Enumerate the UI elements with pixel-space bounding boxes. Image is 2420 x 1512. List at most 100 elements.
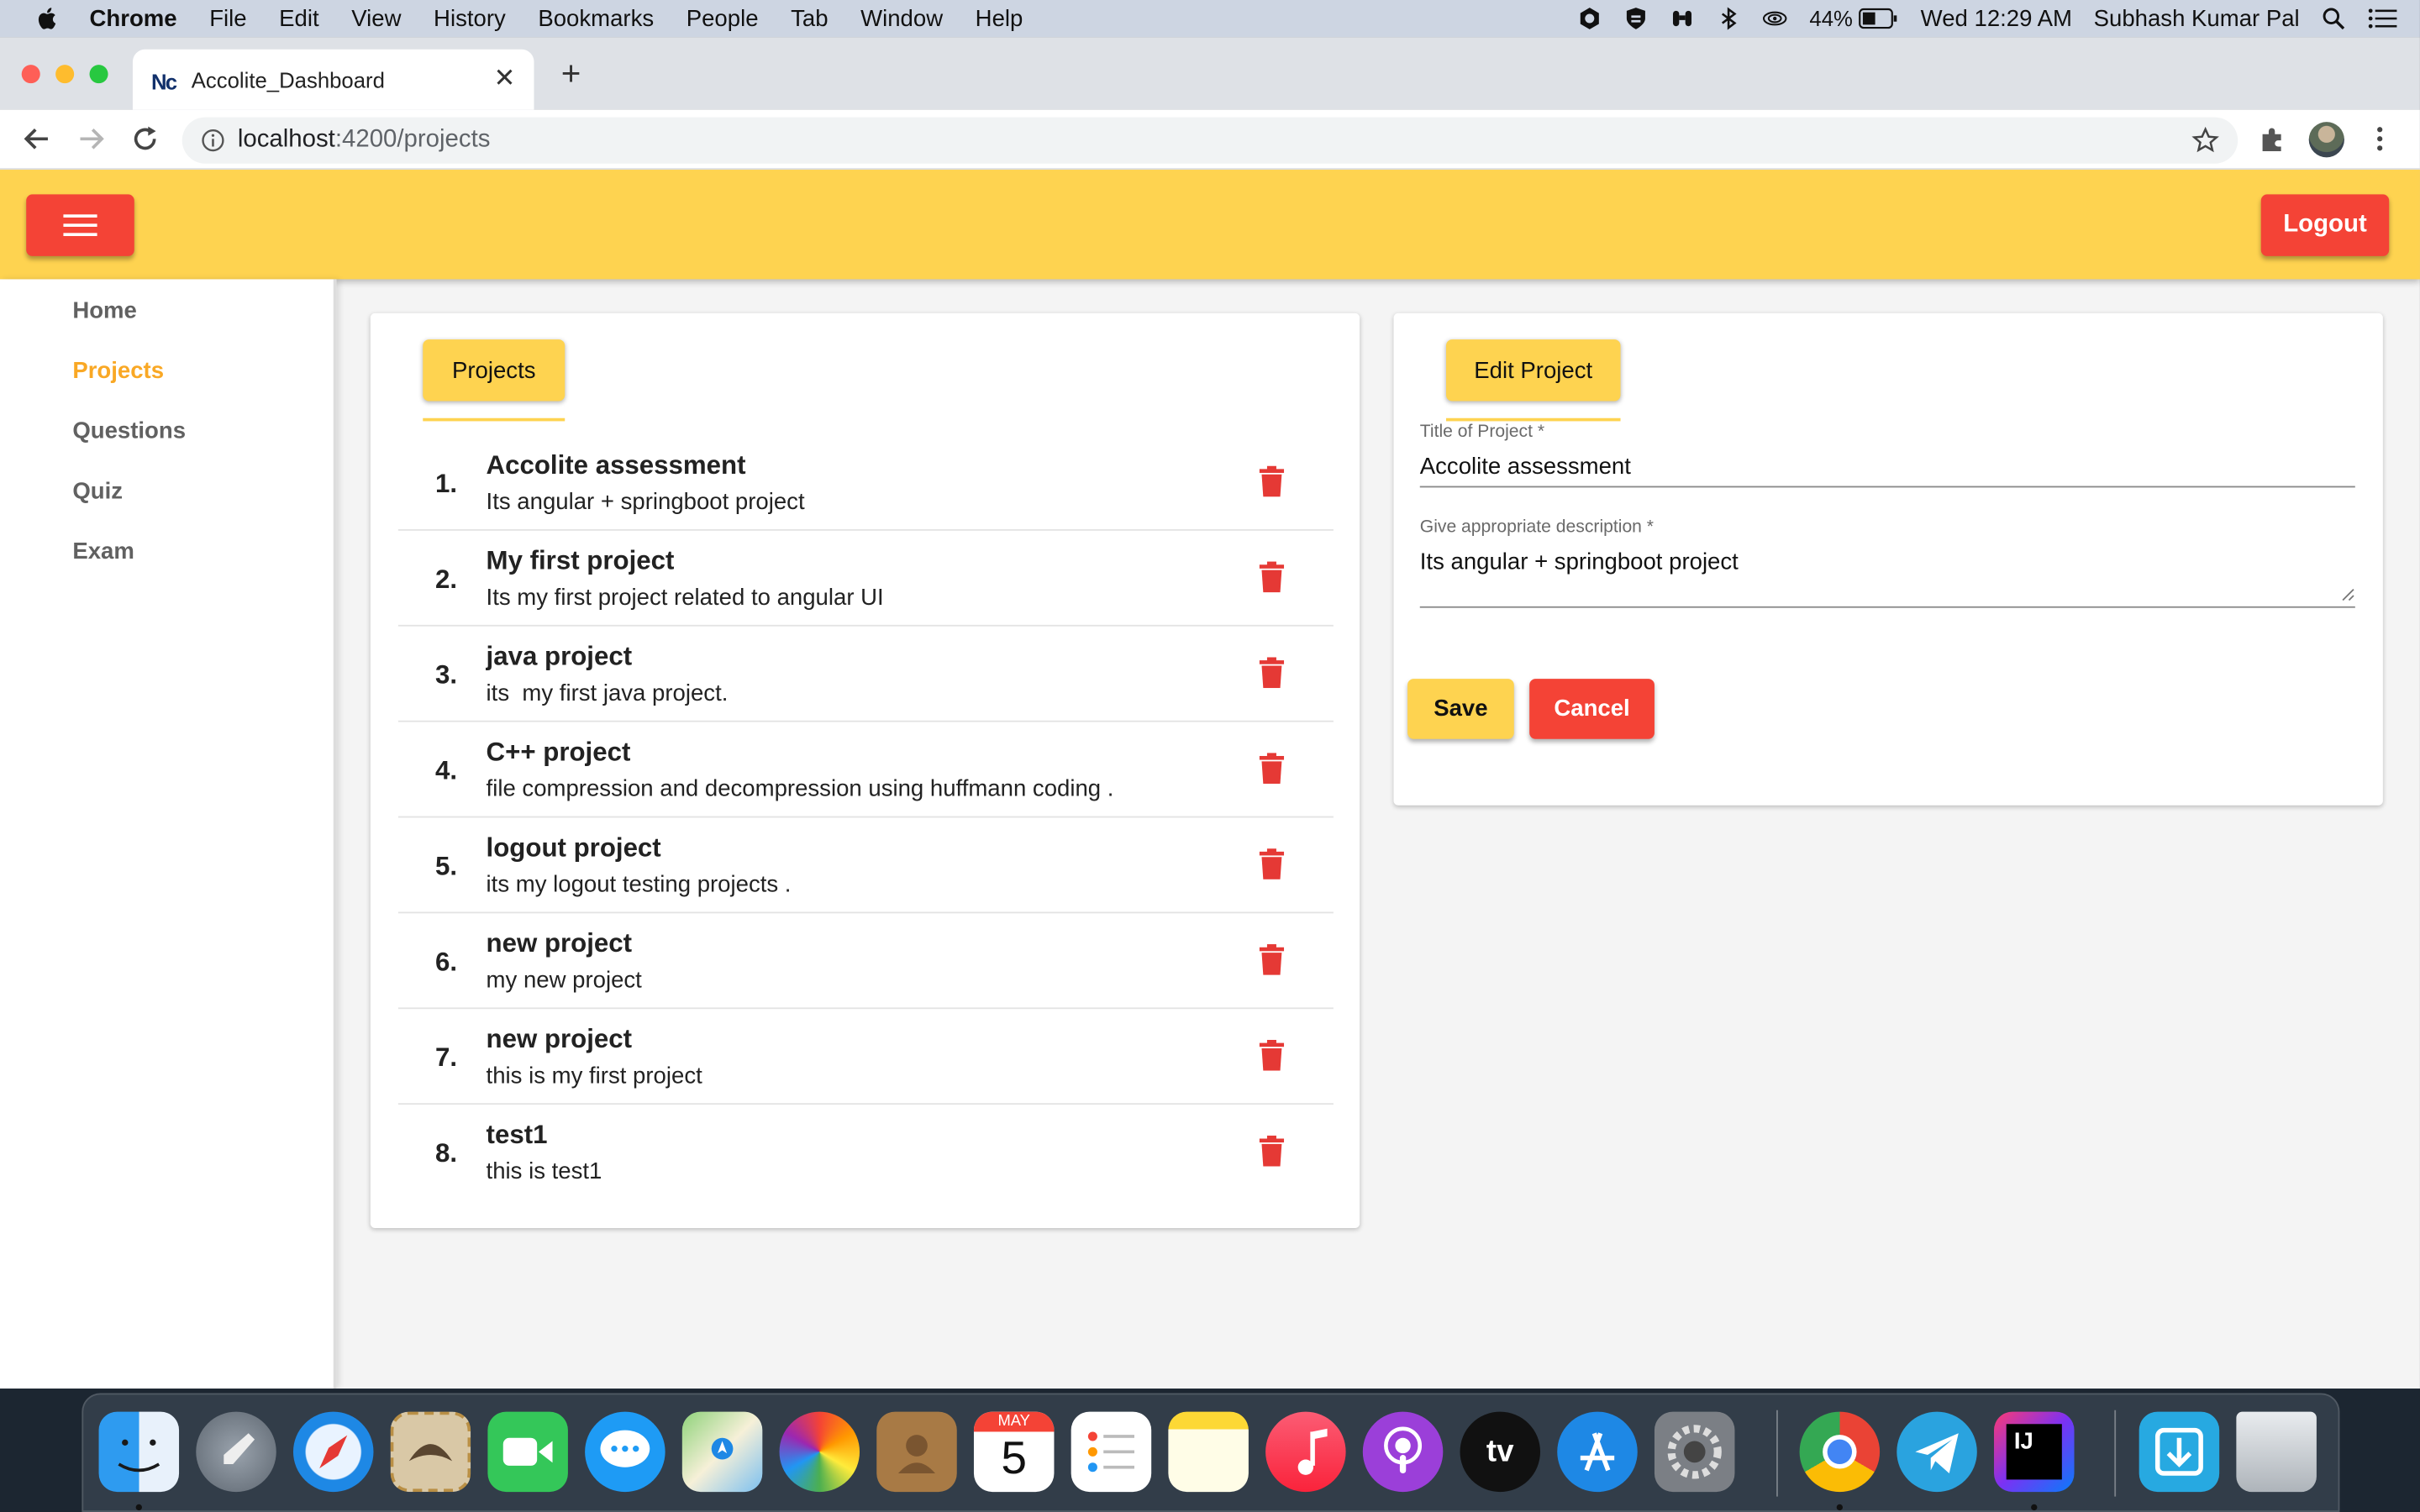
menu-app-name[interactable]: Chrome xyxy=(90,5,177,31)
photos-icon[interactable] xyxy=(779,1411,860,1493)
app-store-a-icon xyxy=(1580,1432,1615,1472)
projects-header-button[interactable]: Projects xyxy=(423,339,566,402)
forward-arrow-icon[interactable] xyxy=(76,123,107,155)
battery-icon[interactable] xyxy=(1859,8,1899,29)
launchpad-icon[interactable] xyxy=(196,1411,276,1493)
menu-help[interactable]: Help xyxy=(976,5,1023,31)
project-row[interactable]: 3. java project its my first java projec… xyxy=(397,627,1334,722)
profile-avatar[interactable] xyxy=(2308,122,2344,158)
bluetooth-icon[interactable] xyxy=(1717,6,1741,30)
save-button[interactable]: Save xyxy=(1407,679,1514,739)
kebab-menu-icon[interactable] xyxy=(2365,123,2396,155)
project-row[interactable]: 5. logout project its my logout testing … xyxy=(397,817,1334,914)
delete-trash-icon[interactable] xyxy=(1259,753,1285,785)
menu-window[interactable]: Window xyxy=(860,5,943,31)
address-bar[interactable]: localhost:4200/projects xyxy=(182,117,2238,164)
window-minimize-button[interactable] xyxy=(55,65,75,84)
system-preferences-icon[interactable] xyxy=(1654,1411,1735,1493)
menu-view[interactable]: View xyxy=(351,5,401,31)
control-center-icon[interactable] xyxy=(2367,6,2398,30)
vpn-status-icon[interactable] xyxy=(1578,6,1602,30)
delete-trash-icon[interactable] xyxy=(1259,1135,1285,1167)
apple-logo-icon[interactable] xyxy=(34,5,61,33)
edit-header-underline xyxy=(1445,417,1621,422)
window-close-button[interactable] xyxy=(21,65,40,84)
project-row[interactable]: 1. Accolite assessment Its angular + spr… xyxy=(397,435,1334,531)
delete-trash-icon[interactable] xyxy=(1259,657,1285,689)
safari-icon[interactable] xyxy=(292,1411,374,1493)
delete-trash-icon[interactable] xyxy=(1259,561,1285,593)
chrome-icon[interactable] xyxy=(1799,1411,1881,1493)
facetime-icon[interactable] xyxy=(487,1411,568,1493)
calendar-icon[interactable]: MAY 5 xyxy=(973,1411,1055,1493)
tab-close-icon[interactable]: ✕ xyxy=(491,64,518,92)
title-field-input[interactable]: Accolite assessment xyxy=(1420,454,1631,480)
finder-icon[interactable] xyxy=(98,1411,180,1493)
shield-status-icon[interactable] xyxy=(1624,6,1649,30)
music-icon[interactable] xyxy=(1265,1411,1346,1493)
project-row[interactable]: 8. test1 this is test1 xyxy=(398,1105,1334,1200)
spotlight-search-icon[interactable] xyxy=(2321,6,2345,30)
telegram-icon[interactable] xyxy=(1897,1411,1977,1493)
delete-trash-icon[interactable] xyxy=(1259,465,1285,497)
contacts-icon[interactable] xyxy=(876,1411,957,1493)
menu-history[interactable]: History xyxy=(434,5,506,31)
nav-exam[interactable]: Exam xyxy=(72,538,134,564)
url-text: localhost:4200/projects xyxy=(238,127,491,155)
calendar-day: 5 xyxy=(1001,1433,1028,1484)
project-row[interactable]: 4. C++ project file compression and deco… xyxy=(397,722,1334,818)
extensions-puzzle-icon[interactable] xyxy=(2256,123,2287,155)
menubar-clock[interactable]: Wed 12:29 AM xyxy=(1921,5,2072,31)
browser-tab-active[interactable]: Nc Accolite_Dashboard ✕ xyxy=(132,49,534,110)
delete-trash-icon[interactable] xyxy=(1259,1039,1285,1071)
wifi-icon[interactable] xyxy=(1763,6,1788,30)
maps-icon[interactable] xyxy=(681,1411,763,1493)
logout-button[interactable]: Logout xyxy=(2260,194,2390,256)
project-row[interactable]: 7. new project this is my first project xyxy=(397,1009,1334,1105)
back-arrow-icon[interactable] xyxy=(22,123,53,155)
menu-file[interactable]: File xyxy=(209,5,246,31)
reminders-icon[interactable] xyxy=(1071,1411,1152,1493)
project-title: My first project xyxy=(486,546,675,576)
project-description: my new project xyxy=(486,967,642,994)
browser-toolbar: localhost:4200/projects xyxy=(0,109,2420,171)
project-row[interactable]: 6. new project my new project xyxy=(397,913,1334,1010)
trash-icon[interactable] xyxy=(2236,1411,2317,1493)
macos-dock: MAY 5 tv IJ xyxy=(82,1393,2340,1512)
downloads-icon[interactable] xyxy=(2139,1411,2220,1493)
textarea-resize-handle-icon[interactable] xyxy=(2341,588,2355,602)
apple-tv-icon[interactable]: tv xyxy=(1460,1411,1541,1493)
nav-home[interactable]: Home xyxy=(72,297,137,323)
site-info-icon[interactable] xyxy=(201,128,225,152)
new-tab-plus-icon[interactable]: + xyxy=(555,56,587,90)
delete-trash-icon[interactable] xyxy=(1259,848,1285,879)
nav-quiz[interactable]: Quiz xyxy=(72,478,123,504)
menu-people[interactable]: People xyxy=(687,5,759,31)
binoculars-status-icon[interactable] xyxy=(1670,6,1695,30)
reload-icon[interactable] xyxy=(129,123,160,155)
app-store-icon[interactable] xyxy=(1557,1411,1638,1493)
intellij-icon[interactable]: IJ xyxy=(1994,1411,2075,1493)
menubar-user[interactable]: Subhash Kumar Pal xyxy=(2094,5,2300,31)
notes-icon[interactable] xyxy=(1168,1411,1249,1493)
mail-stamp-icon[interactable] xyxy=(390,1411,471,1493)
nav-projects[interactable]: Projects xyxy=(72,358,164,384)
cancel-button[interactable]: Cancel xyxy=(1529,679,1655,739)
project-number: 6. xyxy=(434,947,458,977)
bookmark-star-icon[interactable] xyxy=(2191,126,2219,155)
project-row[interactable]: 2. My first project Its my first project… xyxy=(397,531,1334,627)
menu-edit[interactable]: Edit xyxy=(279,5,318,31)
project-title: java project xyxy=(486,642,633,671)
project-title: logout project xyxy=(486,832,661,863)
delete-trash-icon[interactable] xyxy=(1259,944,1285,975)
menu-bookmarks[interactable]: Bookmarks xyxy=(538,5,654,31)
edit-project-header-button[interactable]: Edit Project xyxy=(1445,339,1621,402)
nav-questions[interactable]: Questions xyxy=(72,418,186,444)
menu-tab[interactable]: Tab xyxy=(791,5,828,31)
podcasts-icon[interactable] xyxy=(1362,1411,1444,1493)
messages-icon[interactable] xyxy=(585,1411,666,1493)
window-zoom-button[interactable] xyxy=(89,65,108,84)
sidenav-toggle-button[interactable] xyxy=(26,194,134,256)
description-field-underline xyxy=(1419,606,2355,608)
description-field-textarea[interactable]: Its angular + springboot project xyxy=(1420,549,1739,575)
